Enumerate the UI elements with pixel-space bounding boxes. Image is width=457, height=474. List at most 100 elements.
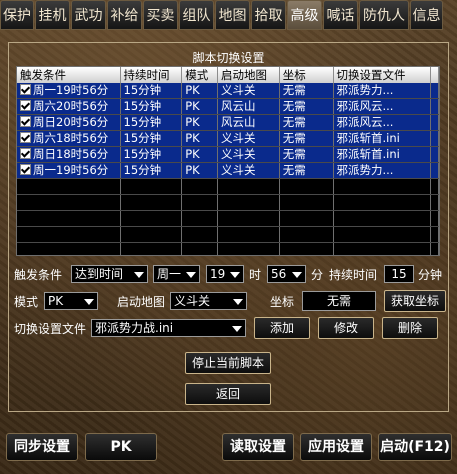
cell-trigger: 周六20时56分	[17, 99, 121, 114]
weekday-value: 周一	[157, 267, 182, 281]
trigger-text: 周日20时56分	[33, 115, 109, 129]
tab-team[interactable]: 组队	[179, 0, 214, 30]
tab-map[interactable]: 地图	[215, 0, 250, 30]
tab-advanced[interactable]: 高级	[287, 0, 322, 30]
hour-select[interactable]: 19	[206, 265, 244, 283]
file-label: 切换设置文件	[14, 322, 87, 336]
cell-trigger: 周一19时56分	[17, 163, 121, 178]
add-button[interactable]: 添加	[254, 317, 310, 339]
cell-file: 邪派势力...	[334, 163, 432, 178]
chevron-down-icon	[230, 272, 240, 278]
duration-input[interactable]: 15	[384, 265, 414, 283]
tab-enemies[interactable]: 防仇人	[359, 0, 409, 30]
trigger-text: 周日18时56分	[33, 147, 109, 161]
cell-coord: 无需	[280, 115, 334, 130]
trigger-text: 周一19时56分	[33, 83, 109, 97]
panel-title: 脚本切换设置	[192, 51, 265, 65]
tab-trade[interactable]: 买卖	[143, 0, 178, 30]
chevron-down-icon	[134, 272, 144, 278]
mode-label: 模式	[14, 295, 39, 309]
cell-extra	[431, 131, 439, 146]
table-row[interactable]: 周日20时56分 15分钟 PK 风云山 无需 邪派风云...	[17, 115, 439, 131]
delete-button[interactable]: 删除	[382, 317, 438, 339]
cell-trigger: 周一19时56分	[17, 83, 121, 98]
cell-mode: PK	[182, 99, 219, 114]
table-row[interactable]: 周六20时56分 15分钟 PK 风云山 无需 邪派风云...	[17, 99, 439, 115]
tab-skills[interactable]: 武功	[71, 0, 106, 30]
chevron-down-icon	[233, 299, 243, 305]
table-row[interactable]: 周一19时56分 15分钟 PK 义斗关 无需 邪派势力...	[17, 83, 439, 99]
coord-input[interactable]: 无需	[302, 291, 376, 311]
cell-file: 邪派风云...	[334, 115, 432, 130]
row-checkbox[interactable]	[20, 100, 31, 111]
minute-unit-label: 分	[311, 268, 324, 282]
hour-unit-label: 时	[249, 268, 262, 282]
trigger-type-select[interactable]: 达到时间	[71, 265, 148, 283]
cell-duration: 15分钟	[121, 147, 183, 162]
tab-protect[interactable]: 保护	[0, 0, 34, 30]
chevron-down-icon	[292, 272, 302, 278]
modify-button[interactable]: 修改	[318, 317, 374, 339]
sync-settings-button[interactable]: 同步设置	[6, 433, 78, 461]
cell-duration: 15分钟	[121, 115, 183, 130]
stop-script-button[interactable]: 停止当前脚本	[185, 352, 271, 374]
column-map[interactable]: 启动地图	[218, 67, 280, 83]
cell-file: 邪派斩首.ini	[334, 147, 432, 162]
apply-settings-button[interactable]: 应用设置	[300, 433, 372, 461]
get-coord-button[interactable]: 获取坐标	[384, 290, 446, 312]
cell-mode: PK	[182, 131, 219, 146]
table-header: 触发条件 持续时间 模式 启动地图 坐标 切换设置文件	[17, 67, 439, 83]
column-file[interactable]: 切换设置文件	[334, 67, 432, 83]
column-trigger[interactable]: 触发条件	[17, 67, 121, 83]
file-select[interactable]: 邪派势力战.ini	[91, 319, 246, 337]
empty-row	[17, 195, 439, 211]
column-mode[interactable]: 模式	[182, 67, 219, 83]
tab-bar: 保护 挂机 武功 补给 买卖 组队 地图 拾取 高级 喊话 防仇人 信息	[0, 0, 457, 32]
trigger-label: 触发条件	[14, 268, 63, 282]
column-coord[interactable]: 坐标	[280, 67, 334, 83]
cell-coord: 无需	[280, 131, 334, 146]
minute-value: 56	[271, 267, 287, 281]
cell-trigger: 周日20时56分	[17, 115, 121, 130]
table-row[interactable]: 周一19时56分 15分钟 PK 义斗关 无需 邪派势力...	[17, 163, 439, 179]
hour-value: 19	[210, 267, 226, 281]
cell-trigger: 周日18时56分	[17, 147, 121, 162]
column-extra	[431, 67, 439, 83]
tab-shout[interactable]: 喊话	[323, 0, 358, 30]
trigger-type-value: 达到时间	[75, 267, 124, 281]
column-duration[interactable]: 持续时间	[121, 67, 183, 83]
row-checkbox[interactable]	[20, 84, 31, 95]
cell-map: 义斗关	[218, 131, 280, 146]
back-button[interactable]: 返回	[185, 383, 271, 405]
weekday-select[interactable]: 周一	[153, 265, 200, 283]
cell-extra	[431, 115, 439, 130]
minute-select[interactable]: 56	[267, 265, 306, 283]
trigger-text: 周六18时56分	[33, 131, 109, 145]
cell-duration: 15分钟	[121, 131, 183, 146]
read-settings-button[interactable]: 读取设置	[222, 433, 294, 461]
cell-mode: PK	[182, 163, 219, 178]
row-checkbox[interactable]	[20, 164, 31, 175]
tab-loot[interactable]: 拾取	[251, 0, 286, 30]
tab-supply[interactable]: 补给	[107, 0, 142, 30]
tab-info[interactable]: 信息	[410, 0, 443, 30]
cell-file: 邪派风云...	[334, 99, 432, 114]
mode-select[interactable]: PK	[44, 292, 98, 310]
cell-coord: 无需	[280, 147, 334, 162]
chevron-down-icon	[186, 272, 196, 278]
trigger-text: 周六20时56分	[33, 99, 109, 113]
row-checkbox[interactable]	[20, 132, 31, 143]
cell-duration: 15分钟	[121, 99, 183, 114]
table-row[interactable]: 周日18时56分 15分钟 PK 义斗关 无需 邪派斩首.ini	[17, 147, 439, 163]
map-select[interactable]: 义斗关	[170, 292, 247, 310]
chevron-down-icon	[84, 299, 94, 305]
start-button[interactable]: 启动(F12)	[378, 433, 452, 461]
tab-idle[interactable]: 挂机	[35, 0, 70, 30]
row-checkbox[interactable]	[20, 116, 31, 127]
table-row[interactable]: 周六18时56分 15分钟 PK 义斗关 无需 邪派斩首.ini	[17, 131, 439, 147]
pk-mode-button[interactable]: PK	[85, 433, 157, 461]
empty-row	[17, 179, 439, 195]
cell-file: 邪派势力...	[334, 83, 432, 98]
cell-mode: PK	[182, 147, 219, 162]
row-checkbox[interactable]	[20, 148, 31, 159]
